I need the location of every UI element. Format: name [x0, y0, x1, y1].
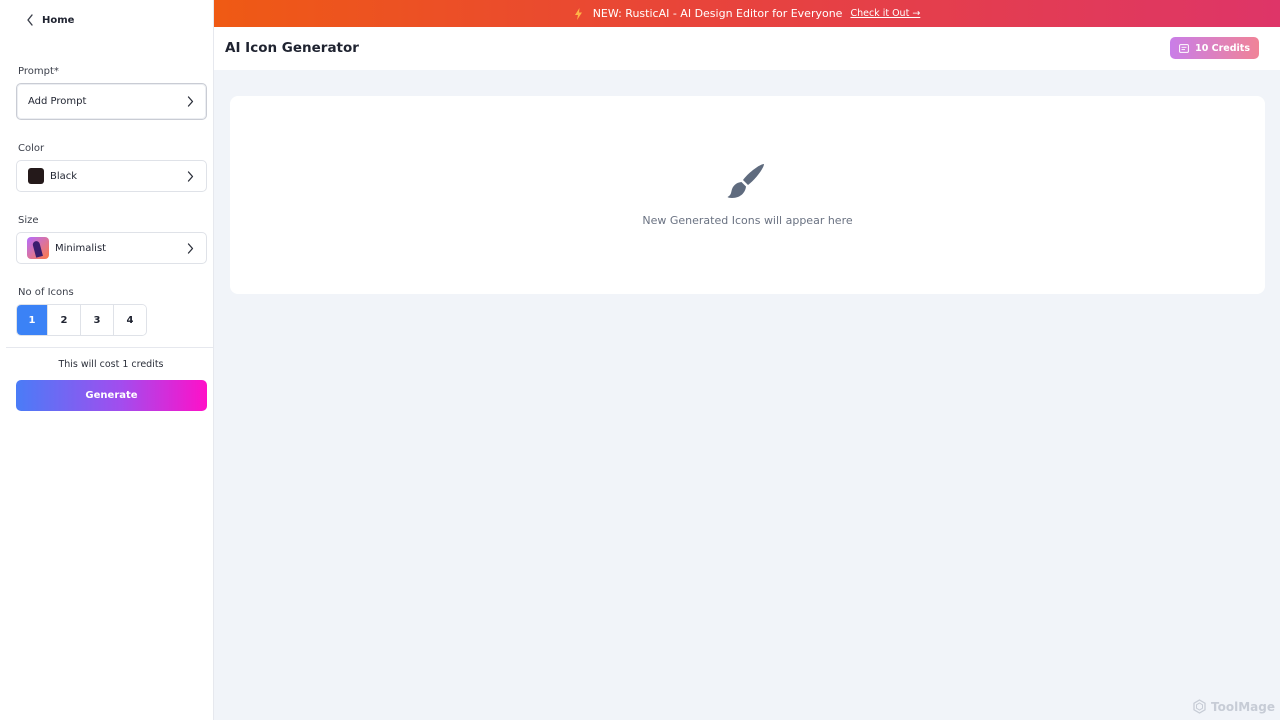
icon-count-option-3[interactable]: 3	[80, 305, 113, 335]
color-label: Color	[18, 143, 45, 154]
chevron-right-icon	[187, 170, 194, 182]
page-title: AI Icon Generator	[225, 40, 359, 56]
banner-message: NEW: RusticAI - AI Design Editor for Eve…	[592, 7, 843, 20]
credits-label: 10 Credits	[1195, 42, 1250, 54]
empty-state-text: New Generated Icons will appear here	[642, 214, 853, 227]
paint-brush-icon	[727, 164, 764, 198]
icon-count-option-4[interactable]: 4	[113, 305, 146, 335]
color-swatch	[28, 168, 44, 184]
size-value: Minimalist	[55, 242, 107, 254]
watermark-text: ToolMage	[1211, 699, 1275, 714]
icon-count-selector: 1 2 3 4	[16, 304, 147, 336]
icon-count-label: No of Icons	[18, 287, 74, 298]
color-selector[interactable]: Black	[16, 160, 207, 192]
prompt-selector[interactable]: Add Prompt	[16, 83, 207, 120]
page-header: AI Icon Generator 10 Credits	[214, 27, 1280, 70]
ticket-icon	[1179, 43, 1190, 53]
sidebar: Home Prompt* Add Prompt Color Black Size…	[0, 0, 214, 720]
brand-watermark: ToolMage	[1192, 699, 1275, 714]
sidebar-divider	[6, 347, 214, 348]
chevron-right-icon	[187, 242, 194, 254]
generate-button[interactable]: Generate	[16, 380, 207, 411]
chevron-left-icon	[27, 14, 33, 26]
prompt-label: Prompt*	[18, 66, 59, 77]
announcement-banner: NEW: RusticAI - AI Design Editor for Eve…	[214, 0, 1280, 27]
prompt-value: Add Prompt	[28, 96, 87, 107]
icon-count-option-2[interactable]: 2	[47, 305, 80, 335]
chevron-right-icon	[187, 96, 194, 107]
home-label: Home	[42, 14, 75, 26]
size-label: Size	[18, 215, 39, 226]
icon-count-option-1[interactable]: 1	[17, 305, 47, 335]
cost-text: This will cost 1 credits	[58, 359, 164, 370]
size-selector[interactable]: Minimalist	[16, 232, 207, 264]
lightning-icon	[574, 7, 582, 20]
color-value: Black	[50, 170, 78, 182]
banner-cta-link[interactable]: Check it Out →	[850, 8, 920, 19]
toolmage-logo-icon	[1193, 699, 1206, 714]
credits-button[interactable]: 10 Credits	[1170, 37, 1259, 59]
home-link[interactable]: Home	[26, 14, 74, 26]
results-panel: New Generated Icons will appear here	[230, 96, 1265, 294]
style-thumbnail	[27, 237, 49, 259]
